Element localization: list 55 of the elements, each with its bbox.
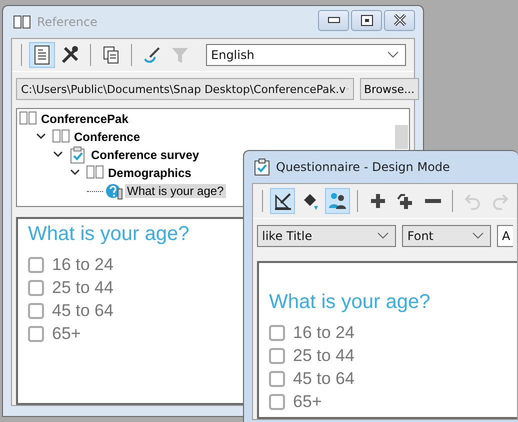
option-label: 65+ [52, 324, 81, 344]
option-label: 65+ [293, 392, 322, 412]
tree-item[interactable]: What is your age? [125, 184, 226, 198]
close-button[interactable] [384, 10, 415, 30]
tree-item[interactable]: Conference survey [89, 148, 202, 162]
checkbox[interactable] [28, 257, 44, 273]
document-icon [32, 45, 52, 65]
people-icon [327, 191, 348, 211]
minimize-icon [328, 17, 340, 23]
chevron-down-icon [472, 232, 484, 240]
font-dropdown[interactable]: Font [402, 225, 491, 247]
maximize-button[interactable] [351, 10, 382, 30]
chevron-down-icon [387, 51, 399, 59]
clipboard-check-icon [254, 158, 270, 176]
language-dropdown[interactable]: English [206, 44, 406, 66]
checkbox[interactable] [269, 394, 285, 410]
people-button[interactable] [324, 188, 350, 214]
path-dropdown[interactable]: C:\Users\Public\Documents\Snap Desktop\ConferencePak.v [16, 78, 354, 100]
tree-item[interactable]: Conference [72, 130, 142, 144]
maximize-icon [360, 14, 372, 26]
filter-icon [170, 45, 190, 65]
minimize-button[interactable] [318, 10, 349, 30]
checkbox[interactable] [269, 348, 285, 364]
book-icon [13, 14, 31, 30]
option-label: 16 to 24 [52, 255, 114, 275]
size-dropdown[interactable]: A [497, 225, 513, 247]
tree-item[interactable]: ConferencePak [39, 112, 130, 126]
style-dropdown[interactable]: like Title [257, 225, 396, 247]
question-title: What is your age? [28, 223, 190, 246]
close-icon [392, 13, 406, 27]
copy-icon [101, 45, 121, 65]
question-title: What is your age? [269, 291, 430, 314]
checkbox[interactable] [28, 280, 44, 296]
checkbox[interactable] [28, 326, 44, 342]
browse-button[interactable]: Browse... [360, 78, 419, 100]
ruler-pencil-icon [272, 191, 293, 211]
ruler-pencil-button[interactable] [270, 188, 296, 214]
window-title: Questionnaire - Design Mode [276, 160, 450, 174]
checkbox[interactable] [269, 371, 285, 387]
window-title: Reference [37, 15, 98, 29]
minus-icon [424, 199, 441, 203]
tree-item[interactable]: Demographics [106, 166, 194, 180]
option-label: 45 to 64 [293, 369, 354, 389]
option-label: 25 to 44 [293, 346, 354, 366]
clipboard-check-icon [69, 146, 87, 164]
checkbox[interactable] [28, 303, 44, 319]
option-label: 16 to 24 [293, 323, 354, 343]
chevron-down-icon [377, 232, 390, 240]
question-icon [105, 182, 123, 200]
option-label: 25 to 44 [52, 278, 114, 298]
scrollbar-thumb[interactable] [395, 125, 408, 149]
brush-icon [142, 45, 162, 65]
option-label: 45 to 64 [52, 301, 114, 321]
document-button[interactable] [29, 42, 55, 68]
checkbox[interactable] [269, 325, 285, 341]
